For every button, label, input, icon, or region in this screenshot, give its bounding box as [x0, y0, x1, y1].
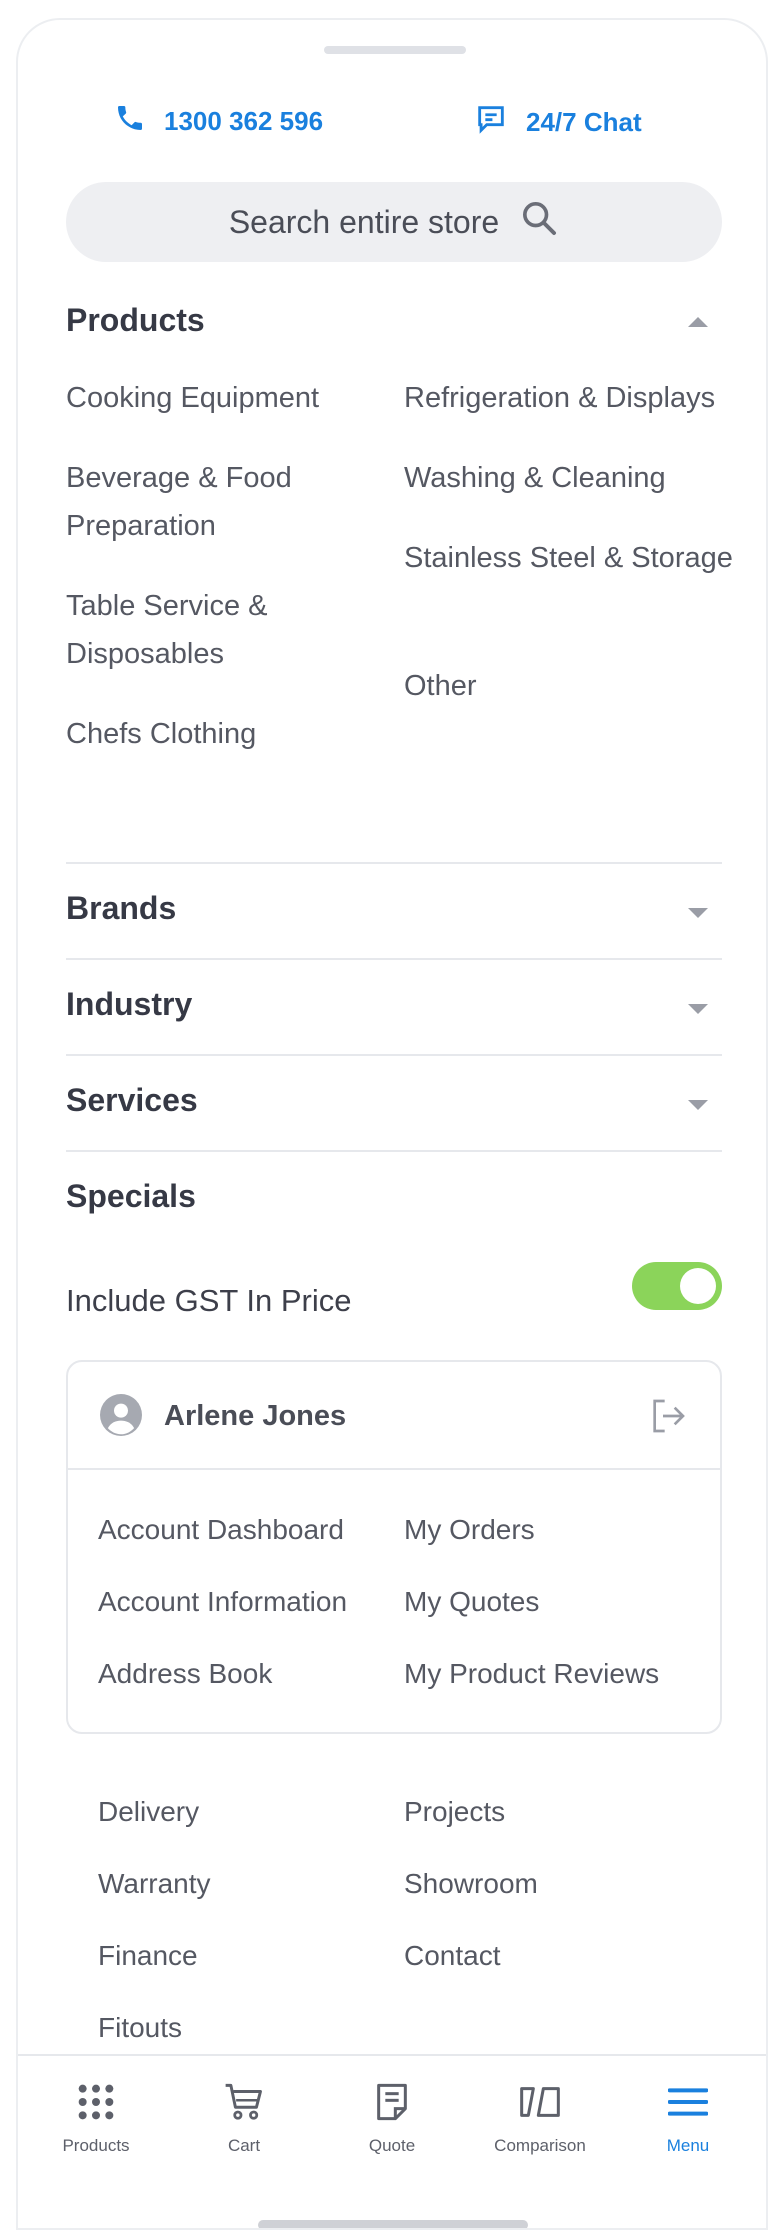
footer-link[interactable]: Contact [404, 1940, 501, 1972]
account-link[interactable]: Address Book [98, 1658, 272, 1690]
compare-icon [466, 2078, 614, 2126]
footer-link[interactable]: Showroom [404, 1868, 538, 1900]
divider [66, 958, 722, 960]
category-link[interactable]: Washing & Cleaning [404, 454, 734, 502]
account-link[interactable]: Account Dashboard [98, 1514, 344, 1546]
phone-number: 1300 362 596 [164, 106, 324, 136]
products-header[interactable]: Products [66, 302, 205, 339]
tab-label: Quote [368, 2136, 416, 2155]
chat-label: 24/7 Chat [526, 107, 642, 137]
search-icon[interactable] [519, 198, 559, 246]
specials-link[interactable]: Specials [66, 1178, 196, 1215]
gst-label: Include GST In Price [66, 1283, 352, 1318]
expand-caret-icon[interactable] [688, 1004, 708, 1014]
gst-toggle[interactable] [632, 1262, 722, 1310]
brands-header[interactable]: Brands [66, 890, 176, 927]
footer-link[interactable]: Projects [404, 1796, 505, 1828]
grid-icon [22, 2078, 170, 2126]
footer-link[interactable]: Delivery [98, 1796, 199, 1828]
collapse-caret-icon[interactable] [688, 317, 708, 327]
chat-icon [474, 102, 508, 143]
services-header[interactable]: Services [66, 1082, 198, 1119]
menu-icon [614, 2078, 762, 2126]
home-indicator [258, 2220, 528, 2228]
tab-label: Cart [227, 2136, 261, 2155]
category-link[interactable]: Other [404, 662, 734, 710]
chat-link[interactable]: 24/7 Chat [474, 102, 642, 143]
category-link[interactable]: Stainless Steel & Storage [404, 534, 734, 582]
account-link[interactable]: My Product Reviews [404, 1658, 659, 1690]
phone-icon [114, 102, 146, 141]
tab-label: Menu [666, 2136, 710, 2155]
account-link[interactable]: My Orders [404, 1514, 535, 1546]
expand-caret-icon[interactable] [688, 1100, 708, 1110]
cart-icon [170, 2078, 318, 2126]
category-link[interactable]: Beverage & Food Preparation [66, 454, 366, 550]
search-placeholder: Search entire store [228, 203, 500, 240]
divider [66, 1150, 722, 1152]
phone-link[interactable]: 1300 362 596 [114, 102, 323, 141]
industry-header[interactable]: Industry [66, 986, 192, 1023]
tab-label: Products [62, 2136, 130, 2155]
logout-icon[interactable] [648, 1396, 688, 1441]
search-input[interactable]: Search entire store [66, 182, 722, 262]
tab-label: Comparison [494, 2136, 586, 2155]
category-link[interactable]: Refrigeration & Displays [404, 374, 734, 422]
bottom-tab-bar: Products Cart Quote Comparison Menu [18, 2054, 766, 2228]
account-link[interactable]: My Quotes [404, 1586, 539, 1618]
drag-handle[interactable] [324, 46, 466, 54]
account-header: Arlene Jones [68, 1362, 720, 1470]
expand-caret-icon[interactable] [688, 908, 708, 918]
account-name: Arlene Jones [164, 1400, 347, 1432]
quote-icon [318, 2078, 466, 2126]
tab-menu[interactable]: Menu [614, 2078, 762, 2156]
account-card: Arlene Jones Account Dashboard Account I… [66, 1360, 722, 1734]
tab-comparison[interactable]: Comparison [466, 2078, 614, 2156]
tab-quote[interactable]: Quote [318, 2078, 466, 2156]
divider [66, 862, 722, 864]
divider [66, 1054, 722, 1056]
footer-link[interactable]: Finance [98, 1940, 198, 1972]
category-link[interactable]: Cooking Equipment [66, 374, 366, 422]
account-link[interactable]: Account Information [98, 1586, 347, 1618]
tab-cart[interactable]: Cart [170, 2078, 318, 2156]
tab-products[interactable]: Products [22, 2078, 170, 2156]
footer-link[interactable]: Warranty [98, 1868, 211, 1900]
category-link[interactable]: Chefs Clothing [66, 710, 366, 758]
footer-link[interactable]: Fitouts [98, 2012, 182, 2044]
avatar-icon [100, 1394, 142, 1441]
toggle-knob [680, 1268, 716, 1304]
category-link[interactable]: Table Service & Disposables [66, 582, 366, 678]
contact-row: 1300 362 596 24/7 Chat [18, 102, 766, 158]
menu-panel: 1300 362 596 24/7 Chat Search entire sto… [16, 18, 768, 2230]
